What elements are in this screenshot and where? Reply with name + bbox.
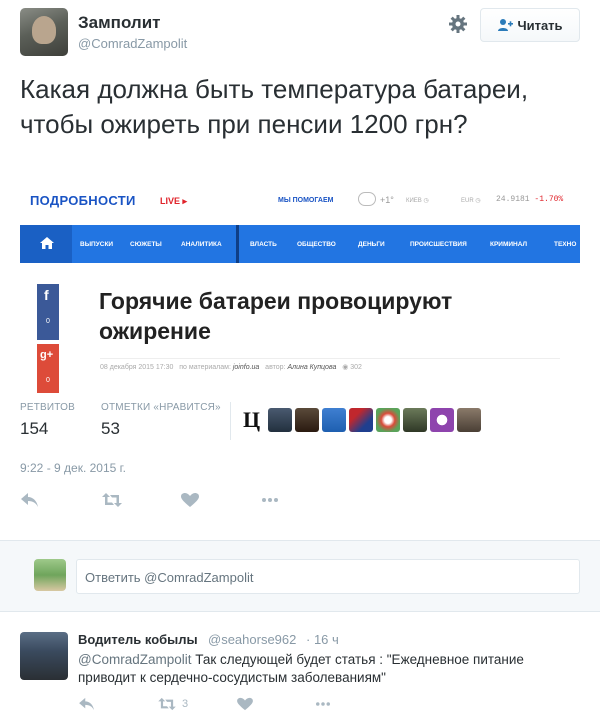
reply-mention[interactable]: @ComradZampolit bbox=[78, 652, 191, 667]
more-icon[interactable] bbox=[260, 490, 280, 510]
google-plus-count: 0 bbox=[46, 377, 50, 384]
reply-text: @ComradZampolit Так следующей будет стат… bbox=[78, 651, 578, 687]
reply-icon[interactable] bbox=[20, 490, 40, 510]
media-site-topbar: ПОДРОБНОСТИ LIVE ▸ МЫ ПОМОГАЕМ +1° КИЕВ … bbox=[20, 183, 580, 225]
home-icon bbox=[20, 225, 72, 263]
media-rate-value: 24.9181 bbox=[496, 195, 530, 204]
author-name[interactable]: Замполит bbox=[78, 13, 161, 33]
retweets-label[interactable]: РЕТВИТОВ bbox=[20, 402, 75, 413]
tweet-timestamp[interactable]: 9:22 - 9 дек. 2015 г. bbox=[20, 461, 126, 475]
media-help-label: МЫ ПОМОГАЕМ bbox=[278, 197, 334, 204]
facebook-share-icon: f 0 bbox=[37, 284, 59, 340]
follow-button[interactable]: Читать bbox=[480, 8, 580, 42]
media-nav-item: ТЕХНО bbox=[554, 241, 577, 248]
follow-button-label: Читать bbox=[517, 17, 563, 33]
media-meta-author-label: автор: bbox=[265, 364, 286, 371]
reply-tweet[interactable]: Водитель кобылы @seahorse962 · 16 ч @Com… bbox=[0, 622, 600, 723]
author-avatar[interactable] bbox=[20, 8, 68, 56]
media-nav-item: СЮЖЕТЫ bbox=[130, 241, 162, 248]
media-site-logo: ПОДРОБНОСТИ bbox=[30, 193, 136, 208]
media-rate-change: -1.70% bbox=[534, 195, 564, 204]
tweet-stats: РЕТВИТОВ 154 ОТМЕТКИ «НРАВИТСЯ» 53 Ц bbox=[20, 402, 580, 444]
reply-author-name[interactable]: Водитель кобылы bbox=[78, 632, 198, 647]
media-nav-item: ОБЩЕСТВО bbox=[297, 241, 336, 248]
media-city: КИЕВ ◷ bbox=[406, 198, 429, 204]
retweet-icon[interactable] bbox=[102, 490, 122, 510]
weather-cloud-icon bbox=[358, 192, 376, 206]
media-meta: 08 декабря 2015 17:30 по материалам: joi… bbox=[100, 363, 362, 371]
retweets-count[interactable]: 154 bbox=[20, 419, 48, 439]
stats-divider bbox=[230, 402, 231, 440]
media-meta-author: Алина Купцова bbox=[287, 364, 337, 371]
media-nav-item: ПРОИСШЕСТВИЯ bbox=[410, 241, 467, 248]
liker-avatars: Ц bbox=[243, 407, 481, 433]
reply-actions: 3 bbox=[78, 697, 378, 713]
likes-label[interactable]: ОТМЕТКИ «НРАВИТСЯ» bbox=[101, 402, 221, 413]
tweet-text: Какая должна быть температура батареи, ч… bbox=[20, 74, 529, 139]
liker-avatar[interactable] bbox=[349, 408, 373, 432]
like-icon[interactable] bbox=[236, 697, 254, 711]
facebook-glyph: f bbox=[44, 287, 49, 303]
liker-avatar[interactable]: Ц bbox=[243, 407, 265, 433]
gear-icon[interactable] bbox=[448, 14, 468, 34]
media-divider bbox=[100, 358, 560, 359]
tweet-actions bbox=[20, 490, 320, 510]
google-plus-share-icon: g+ 0 bbox=[37, 344, 59, 393]
tweet-media-image[interactable]: ПОДРОБНОСТИ LIVE ▸ МЫ ПОМОГАЕМ +1° КИЕВ … bbox=[20, 183, 580, 393]
media-meta-views: 302 bbox=[350, 364, 362, 371]
facebook-count: 0 bbox=[46, 318, 50, 325]
follow-person-plus-icon bbox=[498, 19, 514, 31]
eye-icon: ◉ bbox=[342, 364, 349, 371]
media-nav-item: ДЕНЬГИ bbox=[358, 241, 385, 248]
more-icon[interactable] bbox=[314, 697, 332, 711]
media-nav-item: ВЛАСТЬ bbox=[250, 241, 277, 248]
reply-author-avatar[interactable] bbox=[20, 632, 68, 680]
google-plus-glyph: g+ bbox=[40, 349, 54, 361]
liker-avatar[interactable] bbox=[376, 408, 400, 432]
retweet-icon[interactable]: 3 bbox=[158, 697, 188, 711]
media-meta-by-label: по материалам: bbox=[179, 364, 231, 371]
media-rate: 24.9181 -1.70% bbox=[496, 195, 563, 204]
reply-input[interactable]: Ответить @ComradZampolit bbox=[76, 559, 580, 594]
media-meta-date: 08 декабря 2015 17:30 bbox=[100, 364, 174, 371]
liker-avatar[interactable] bbox=[295, 408, 319, 432]
author-handle[interactable]: @ComradZampolit bbox=[78, 36, 187, 51]
liker-avatar[interactable] bbox=[403, 408, 427, 432]
media-nav-item: КРИМИНАЛ bbox=[490, 241, 528, 248]
reply-composer: Ответить @ComradZampolit bbox=[0, 540, 600, 612]
liker-avatar[interactable] bbox=[430, 408, 454, 432]
media-nav-separator bbox=[236, 225, 239, 263]
media-meta-source: joinfo.ua bbox=[232, 364, 260, 371]
media-nav-item: АНАЛИТИКА bbox=[181, 241, 222, 248]
reply-retweet-count: 3 bbox=[182, 698, 189, 710]
media-nav-item: ВЫПУСКИ bbox=[80, 241, 114, 248]
reply-author-handle[interactable]: @seahorse962 bbox=[208, 632, 296, 647]
media-headline: Горячие батареи провоцируют ожирение bbox=[99, 288, 453, 344]
like-icon[interactable] bbox=[180, 490, 200, 510]
liker-avatar[interactable] bbox=[268, 408, 292, 432]
media-site-nav: ВЫПУСКИ СЮЖЕТЫ АНАЛИТИКА ВЛАСТЬ ОБЩЕСТВО… bbox=[20, 225, 580, 263]
media-currency: EUR ◷ bbox=[461, 198, 481, 204]
media-live-label: LIVE ▸ bbox=[160, 196, 188, 206]
liker-avatar[interactable] bbox=[322, 408, 346, 432]
current-user-avatar bbox=[34, 559, 66, 591]
tweet-header: Замполит @ComradZampolit Читать bbox=[20, 8, 585, 56]
likes-count[interactable]: 53 bbox=[101, 419, 120, 439]
liker-avatar[interactable] bbox=[457, 408, 481, 432]
media-temperature: +1° bbox=[380, 195, 394, 205]
reply-time[interactable]: · 16 ч bbox=[306, 632, 339, 647]
reply-icon[interactable] bbox=[78, 697, 96, 711]
